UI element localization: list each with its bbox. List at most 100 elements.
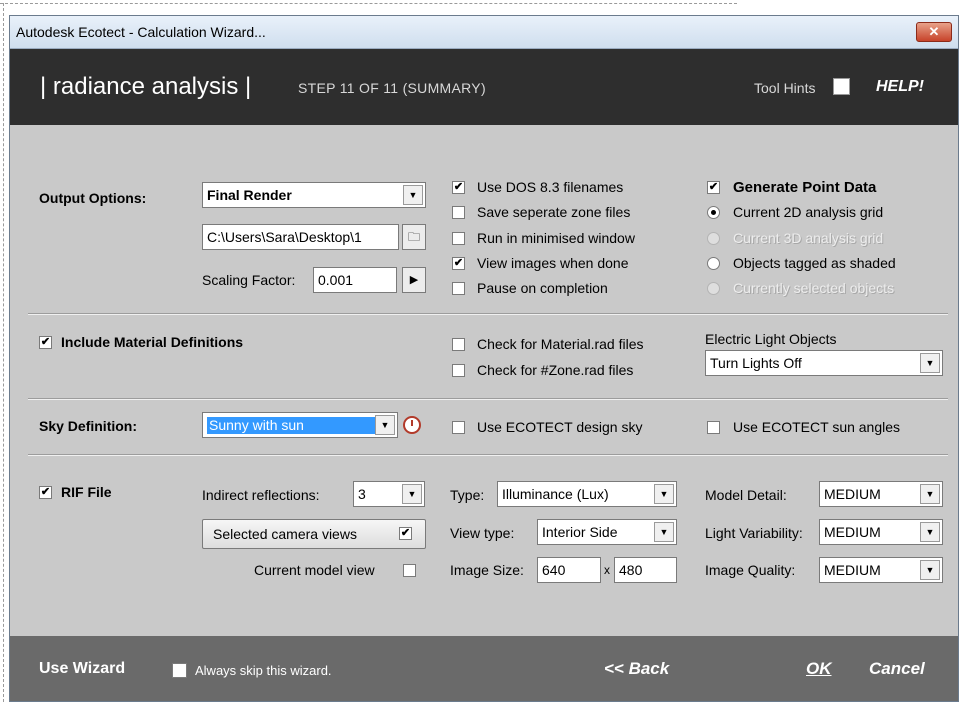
electric-light-select[interactable]: Turn Lights Off ▼ [705, 350, 943, 376]
selection-outline-top [0, 3, 737, 4]
clock-icon[interactable] [403, 416, 421, 434]
type-value: Illuminance (Lux) [502, 486, 609, 502]
selected-camera-views-label: Selected camera views [213, 526, 357, 542]
include-materials-checkbox[interactable]: ✔ [39, 336, 52, 349]
design-sky-checkbox[interactable] [452, 421, 465, 434]
analysis-grid-2d-label: Current 2D analysis grid [733, 204, 884, 220]
tool-hints-checkbox[interactable] [833, 78, 850, 95]
design-sky-label: Use ECOTECT design sky [477, 419, 643, 435]
light-variability-value: MEDIUM [824, 524, 881, 540]
electric-light-label: Electric Light Objects [705, 331, 837, 347]
electric-light-value: Turn Lights Off [710, 355, 802, 371]
image-width-input[interactable]: 640 [537, 557, 601, 583]
always-skip-label: Always skip this wizard. [195, 663, 332, 678]
light-variability-select[interactable]: MEDIUM ▼ [819, 519, 943, 545]
model-detail-select[interactable]: MEDIUM ▼ [819, 481, 943, 507]
render-type-value: Final Render [207, 187, 292, 203]
selected-objects-radio[interactable] [707, 282, 720, 295]
output-path-input[interactable]: C:\Users\Sara\Desktop\1 [202, 224, 399, 250]
objects-shaded-label: Objects tagged as shaded [733, 255, 896, 271]
generate-point-data-checkbox[interactable]: ✔ [707, 181, 720, 194]
separate-zone-files-label: Save seperate zone files [477, 204, 631, 220]
wizard-footer: Use Wizard Always skip this wizard. << B… [10, 636, 958, 701]
model-detail-label: Model Detail: [705, 487, 787, 503]
always-skip-checkbox[interactable] [172, 663, 187, 678]
current-model-view-label: Current model view [254, 562, 375, 578]
minimised-window-label: Run in minimised window [477, 230, 635, 246]
cancel-button[interactable]: Cancel [869, 659, 925, 679]
analysis-grid-3d-radio[interactable] [707, 232, 720, 245]
sky-definition-select[interactable]: Sunny with sun ▼ [202, 412, 398, 438]
section-divider [28, 313, 948, 315]
minimised-window-checkbox[interactable] [452, 232, 465, 245]
analysis-grid-3d-label: Current 3D analysis grid [733, 230, 884, 246]
rif-file-checkbox[interactable]: ✔ [39, 486, 52, 499]
window-title: Autodesk Ecotect - Calculation Wizard... [16, 24, 266, 40]
scaling-factor-label: Scaling Factor: [202, 272, 296, 288]
chevron-down-icon[interactable]: ▼ [403, 185, 423, 205]
chevron-down-icon[interactable]: ▼ [375, 415, 395, 435]
sky-definition-label: Sky Definition: [39, 418, 138, 434]
selection-outline-left [3, 3, 4, 702]
analysis-grid-2d-radio[interactable] [707, 206, 720, 219]
section-divider [28, 398, 948, 400]
chevron-down-icon[interactable]: ▼ [920, 522, 940, 542]
output-options-label: Output Options: [39, 190, 147, 206]
selected-objects-label: Currently selected objects [733, 280, 895, 296]
ok-button[interactable]: OK [806, 659, 832, 679]
type-label: Type: [450, 487, 485, 503]
image-quality-value: MEDIUM [824, 562, 881, 578]
scaling-factor-value: 0.001 [318, 272, 354, 288]
check-zone-files-checkbox[interactable] [452, 364, 465, 377]
step-indicator: STEP 11 OF 11 (SUMMARY) [298, 80, 486, 96]
chevron-down-icon[interactable]: ▼ [920, 353, 940, 373]
image-size-label: Image Size: [450, 562, 524, 578]
chevron-down-icon[interactable]: ▼ [920, 560, 940, 580]
play-arrow-icon[interactable]: ▶ [402, 267, 426, 293]
image-quality-select[interactable]: MEDIUM ▼ [819, 557, 943, 583]
indirect-reflections-select[interactable]: 3 ▼ [353, 481, 425, 507]
use-wizard-label: Use Wizard [39, 660, 126, 677]
generate-point-data-label: Generate Point Data [733, 179, 877, 196]
chevron-down-icon[interactable]: ▼ [654, 484, 674, 504]
close-button[interactable]: ✕ [916, 22, 952, 42]
back-button[interactable]: << Back [604, 659, 669, 679]
render-type-select[interactable]: Final Render ▼ [202, 182, 426, 208]
type-select[interactable]: Illuminance (Lux) ▼ [497, 481, 677, 507]
check-material-files-checkbox[interactable] [452, 338, 465, 351]
help-link[interactable]: HELP! [876, 78, 924, 96]
view-type-value: Interior Side [542, 524, 618, 540]
image-height-input[interactable]: 480 [614, 557, 677, 583]
output-path-value: C:\Users\Sara\Desktop\1 [207, 229, 362, 245]
folder-icon[interactable]: 🗀 [402, 224, 426, 250]
camera-views-checkbox[interactable]: ✔ [399, 527, 412, 540]
objects-shaded-radio[interactable] [707, 257, 720, 270]
image-width-value: 640 [542, 562, 566, 578]
sun-angles-label: Use ECOTECT sun angles [733, 419, 901, 435]
settings-panel: Output Options: Final Render ▼ C:\Users\… [10, 142, 958, 625]
scaling-factor-input[interactable]: 0.001 [313, 267, 397, 293]
image-size-separator: x [604, 563, 610, 577]
selected-camera-views-button[interactable]: Selected camera views ✔ [202, 519, 426, 549]
banner-title: | radiance analysis | [40, 73, 252, 100]
check-material-files-label: Check for Material.rad files [477, 336, 644, 352]
view-type-select[interactable]: Interior Side ▼ [537, 519, 677, 545]
dos-filenames-label: Use DOS 8.3 filenames [477, 179, 624, 195]
chevron-down-icon[interactable]: ▼ [402, 484, 422, 504]
pause-on-completion-checkbox[interactable] [452, 282, 465, 295]
include-materials-label: Include Material Definitions [61, 334, 244, 350]
chevron-down-icon[interactable]: ▼ [654, 522, 674, 542]
view-type-label: View type: [450, 525, 515, 541]
sun-angles-checkbox[interactable] [707, 421, 720, 434]
view-images-checkbox[interactable]: ✔ [452, 257, 465, 270]
current-model-view-checkbox[interactable] [403, 564, 416, 577]
chevron-down-icon[interactable]: ▼ [920, 484, 940, 504]
separate-zone-files-checkbox[interactable] [452, 206, 465, 219]
title-bar: Autodesk Ecotect - Calculation Wizard...… [10, 16, 958, 49]
check-zone-files-label: Check for #Zone.rad files [477, 362, 634, 378]
pause-on-completion-label: Pause on completion [477, 280, 608, 296]
section-divider [28, 454, 948, 456]
dos-filenames-checkbox[interactable]: ✔ [452, 181, 465, 194]
rif-file-label: RIF File [61, 484, 112, 500]
indirect-reflections-value: 3 [358, 486, 366, 502]
